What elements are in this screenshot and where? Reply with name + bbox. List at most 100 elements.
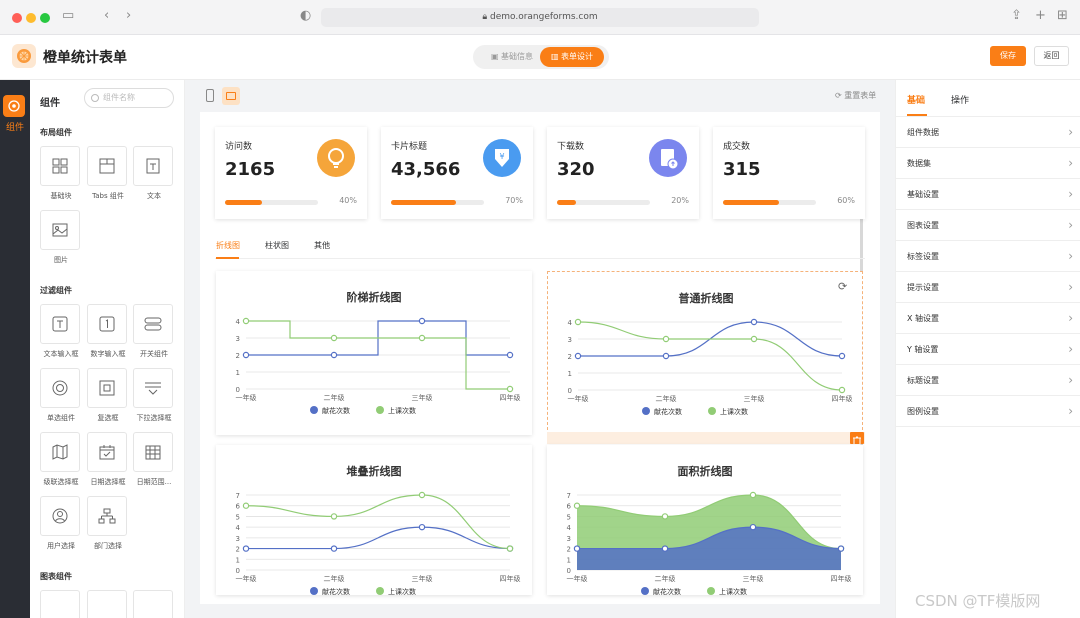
component-radio[interactable]: 单选组件 [40,368,82,423]
delete-icon[interactable] [850,432,864,446]
privacy-shield-icon[interactable]: ◐ [300,8,311,23]
orange-logo-icon [12,44,36,68]
close-window-button[interactable] [12,13,22,23]
data-point [573,545,581,552]
back-button[interactable]: 返回 [1034,46,1069,66]
minimize-window-button[interactable] [26,13,36,23]
area-line-chart[interactable]: 面积折线图 0 1 2 3 4 5 6 7 一年级 二年级 三年级 四年级 献花次数 上课次数 [547,445,863,595]
properties-panel: 基础 操作 组件数据数据集基础设置图表设置标签设置提示设置X 轴设置Y 轴设置标… [895,80,1080,618]
save-button[interactable]: 保存 [990,46,1026,66]
tab-bar-chart[interactable]: 柱状图 [265,240,289,251]
component-text-input[interactable]: 文本输入框 [40,304,82,359]
y-tick-label: 4 [568,319,573,327]
component-line-chart[interactable] [40,590,82,618]
settings-item[interactable]: 标题设置 [896,365,1080,396]
data-point [418,491,426,499]
y-tick-label: 0 [568,387,572,395]
data-point [330,351,338,359]
component-checkbox[interactable]: 复选框 [87,368,129,423]
file-upload-icon [649,139,687,177]
forward-arrow-icon[interactable]: › [126,8,131,23]
component-switch[interactable]: 开关组件 [133,304,175,359]
step-line-chart[interactable]: 阶梯折线图 0 1 2 3 4 一年级 二年级 三年级 四年级 献花次数 上课次数 [216,271,532,435]
card-value: 320 [557,159,595,180]
x-tick-label: 一年级 [567,574,588,583]
legend-label: 献花次数 [322,587,350,595]
card-value: 43,566 [391,159,461,180]
y-tick-label: 6 [236,503,241,511]
mobile-view-icon[interactable] [206,89,214,102]
reset-form-button[interactable]: ⟳ 重置表单 [835,90,876,101]
settings-item[interactable]: 组件数据 [896,117,1080,148]
stacked-line-chart[interactable]: 堆叠折线图 0 1 2 3 4 5 6 7 一年级 二年级 三年级 四年级 献花次数 上课次数 [216,445,532,595]
component-text[interactable]: 文本 [133,146,175,201]
y-tick-label: 2 [568,353,572,361]
component-bar-chart[interactable] [87,590,129,618]
y-tick-label: 3 [567,535,571,543]
tab-form-design[interactable]: ▥ 表单设计 [540,47,604,67]
progress-percent: 60% [837,196,855,205]
data-point [661,545,669,552]
tab-overview-icon[interactable]: ⊞ [1057,8,1068,23]
component-search-input[interactable]: 组件名称 [84,88,174,108]
address-bar[interactable]: 🔒︎ demo.orangeforms.com [321,8,759,27]
legend-label: 上课次数 [720,407,748,416]
stat-card[interactable]: 下载数 320 20% [547,127,699,219]
refresh-icon[interactable]: ⟳ [838,280,847,293]
settings-item[interactable]: X 轴设置 [896,303,1080,334]
basic-line-chart[interactable]: 普通折线图 0 1 2 3 4 一年级 二年级 三年级 四年级 献花次数 上课次数 ⟳ [547,271,863,435]
x-tick-label: 四年级 [500,393,521,402]
component-select[interactable]: 下拉选择框 [133,368,175,423]
settings-item[interactable]: 基础设置 [896,179,1080,210]
component-basic-block[interactable]: 基础块 [40,146,82,201]
settings-item[interactable]: 图例设置 [896,396,1080,427]
tab-actions[interactable]: 操作 [951,93,969,106]
bar-chart-icon [87,590,127,618]
data-point [330,513,338,520]
component-date-picker[interactable]: 日期选择框 [87,432,129,487]
component-rail-button[interactable] [3,95,25,117]
app-header: 橙单统计表单 ▣ 基础信息 ▥ 表单设计 保存 返回 [0,35,1080,80]
progress-percent: 40% [339,196,357,205]
data-point [573,502,581,509]
zoom-window-button[interactable] [40,13,50,23]
share-icon[interactable]: ⇪ [1011,8,1022,23]
text-icon [133,146,173,186]
tab-basic-info[interactable]: ▣ 基础信息 [481,45,543,69]
stat-card[interactable]: 访问数 2165 40% [215,127,367,219]
component-dept-select[interactable]: 部门选择 [87,496,129,551]
component-cascader[interactable]: 级联选择框 [40,432,82,487]
tab-other[interactable]: 其他 [314,240,330,251]
desktop-view-icon[interactable] [222,87,240,105]
progress-bar [723,200,816,205]
map-fold-icon [40,432,80,472]
component-tabs[interactable]: Tabs 组件 [87,146,129,201]
component-number-input[interactable]: 数字输入框 [87,304,129,359]
component-date-range[interactable]: 日期范围... [133,432,175,487]
tab-basic[interactable]: 基础 [907,93,925,106]
progress-bar [225,200,318,205]
settings-item[interactable]: 图表设置 [896,210,1080,241]
component-image[interactable]: 图片 [40,210,82,265]
tab-line-chart[interactable]: 折线图 [216,240,240,251]
watermark: CSDN @TF模版网 [915,592,1041,610]
group-title: 过滤组件 [40,286,72,295]
y-tick-label: 4 [236,524,241,532]
settings-item[interactable]: Y 轴设置 [896,334,1080,365]
radio-icon [40,368,80,408]
settings-item[interactable]: 数据集 [896,148,1080,179]
user-icon [40,496,80,536]
new-tab-icon[interactable]: + [1035,8,1046,23]
stat-card[interactable]: 卡片标题 43,566 ¥ 70% [381,127,533,219]
settings-item[interactable]: 标签设置 [896,241,1080,272]
back-arrow-icon[interactable]: ‹ [104,8,109,23]
y-tick-label: 3 [236,535,240,543]
legend-label: 上课次数 [388,587,416,595]
data-point [242,317,250,325]
component-user-select[interactable]: 用户选择 [40,496,82,551]
sidebar-toggle-icon[interactable]: ▭ [62,8,74,23]
tab-divider [215,258,865,259]
stat-card[interactable]: 成交数 315 60% [713,127,865,219]
component-pie-chart[interactable] [133,590,175,618]
settings-item[interactable]: 提示设置 [896,272,1080,303]
